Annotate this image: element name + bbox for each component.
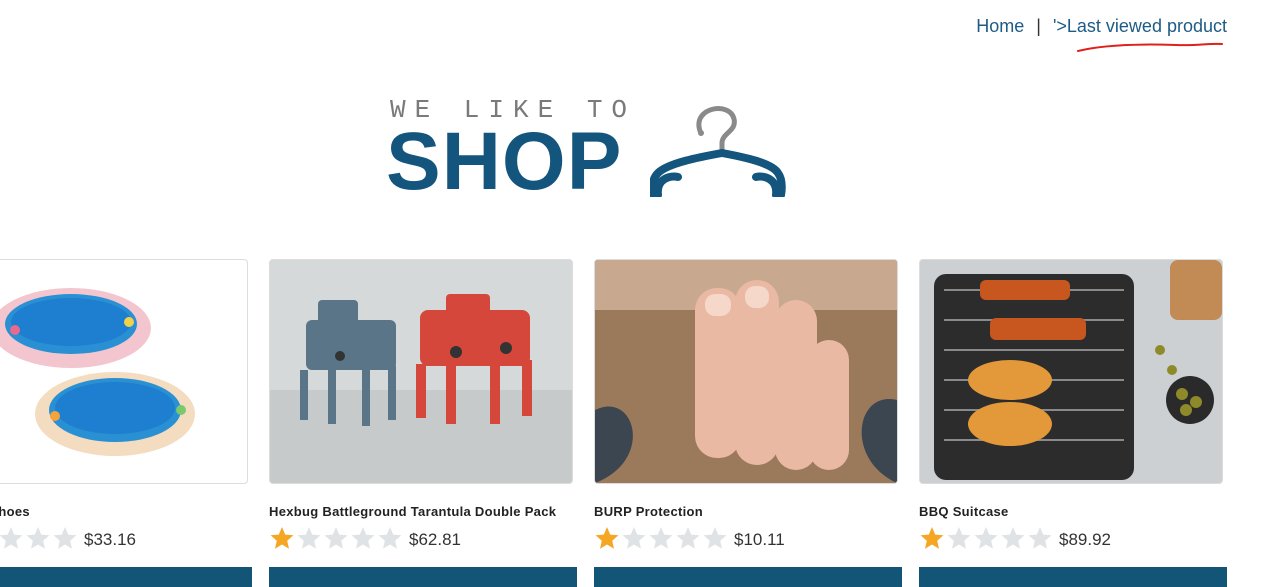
star-filled-icon bbox=[270, 527, 294, 549]
star-empty-icon bbox=[324, 527, 348, 549]
product-price: $10.11 bbox=[734, 530, 785, 549]
star-empty-icon bbox=[26, 527, 50, 549]
star-empty-icon bbox=[947, 527, 971, 549]
product-name[interactable]: BURP Protection bbox=[594, 504, 900, 519]
robot-spiders-image bbox=[270, 260, 572, 483]
last-viewed-product-link[interactable]: '>Last viewed product bbox=[1053, 16, 1227, 37]
star-empty-icon bbox=[974, 527, 998, 549]
star-empty-icon bbox=[622, 527, 646, 549]
star-rating bbox=[594, 525, 728, 551]
star-rating bbox=[269, 525, 403, 551]
inflatable-pools-image bbox=[0, 288, 195, 456]
product-price: $62.81 bbox=[409, 530, 461, 549]
product-rating: $33.16 bbox=[0, 525, 250, 551]
star-empty-icon bbox=[1028, 527, 1052, 549]
view-details-button[interactable] bbox=[594, 567, 902, 587]
star-empty-icon bbox=[0, 527, 23, 549]
product-name[interactable]: Hexbug Battleground Tarantula Double Pac… bbox=[269, 504, 575, 519]
product-rating: $62.81 bbox=[269, 525, 575, 551]
red-underline-annotation bbox=[1077, 42, 1223, 52]
product-rating: $89.92 bbox=[919, 525, 1225, 551]
star-filled-icon bbox=[595, 527, 619, 549]
top-nav: Home | '>Last viewed product bbox=[976, 16, 1227, 37]
star-empty-icon bbox=[676, 527, 700, 549]
product-image[interactable] bbox=[919, 259, 1223, 484]
view-details-button[interactable] bbox=[269, 567, 577, 587]
star-empty-icon bbox=[703, 527, 727, 549]
star-empty-icon bbox=[378, 527, 402, 549]
star-empty-icon bbox=[53, 527, 77, 549]
star-empty-icon bbox=[649, 527, 673, 549]
grill-with-skewers-image bbox=[920, 260, 1222, 483]
home-link[interactable]: Home bbox=[976, 16, 1024, 37]
product-card: BBQ Suitcase $89.92 bbox=[919, 259, 1227, 587]
product-image[interactable] bbox=[594, 259, 898, 484]
view-details-button[interactable] bbox=[0, 567, 252, 587]
star-rating bbox=[919, 525, 1053, 551]
product-rating: $10.11 bbox=[594, 525, 900, 551]
star-empty-icon bbox=[297, 527, 321, 549]
product-price: $33.16 bbox=[84, 530, 136, 549]
star-empty-icon bbox=[1001, 527, 1025, 549]
view-details-button[interactable] bbox=[919, 567, 1227, 587]
product-image[interactable] bbox=[269, 259, 573, 484]
product-card: g Pool Shoes $33.16 bbox=[0, 259, 252, 587]
product-card: Hexbug Battleground Tarantula Double Pac… bbox=[269, 259, 577, 587]
logo-word: SHOP bbox=[386, 116, 623, 207]
product-name[interactable]: BBQ Suitcase bbox=[919, 504, 1225, 519]
product-name[interactable]: g Pool Shoes bbox=[0, 504, 250, 519]
nav-separator: | bbox=[1036, 16, 1041, 36]
product-price: $89.92 bbox=[1059, 530, 1111, 549]
hand-over-beard-image bbox=[595, 260, 897, 483]
star-filled-icon bbox=[920, 527, 944, 549]
site-logo[interactable]: WE LIKE TO SHOP bbox=[386, 95, 788, 207]
product-image[interactable] bbox=[0, 259, 248, 484]
hanger-icon bbox=[650, 106, 786, 197]
star-rating bbox=[0, 525, 78, 551]
product-card: BURP Protection $10.11 bbox=[594, 259, 902, 587]
star-empty-icon bbox=[351, 527, 375, 549]
